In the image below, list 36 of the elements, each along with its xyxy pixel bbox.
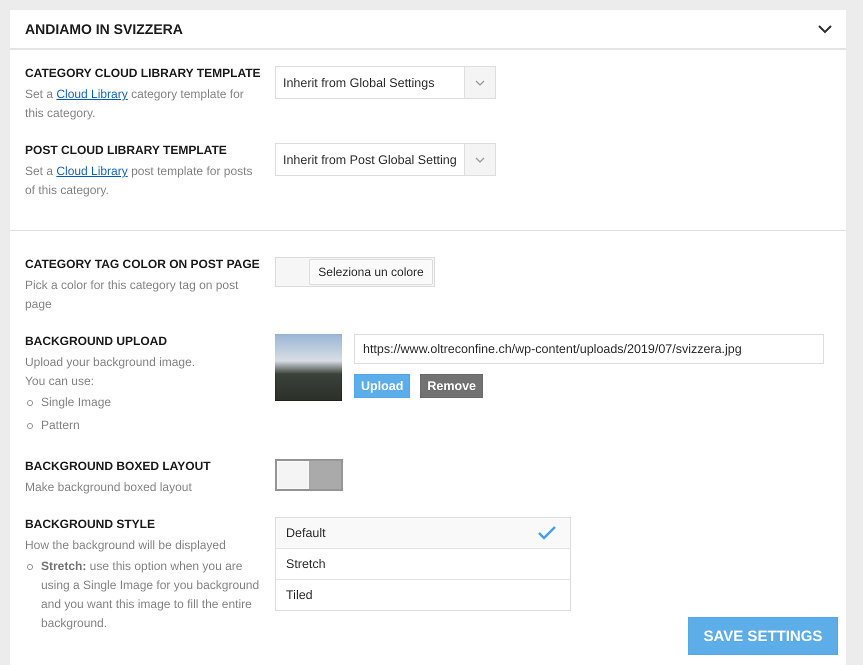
toggle-switch[interactable]	[275, 459, 343, 491]
setting-description: Set a Cloud Library post template for posts of this category.	[25, 163, 254, 199]
photo-placeholder	[275, 334, 342, 401]
cloud-library-link[interactable]: Cloud Library	[56, 164, 128, 178]
url-field[interactable]: https://www.oltreconfine.ch/wp-content/uploads/2019/07/svizzera.jpg	[354, 334, 824, 364]
bullet-icon	[27, 423, 33, 429]
color-picker[interactable]: Seleziona un colore	[275, 257, 435, 287]
style-option[interactable]: Stretch	[276, 549, 570, 580]
style-option[interactable]: Default	[276, 518, 570, 549]
remove-button[interactable]: Remove	[420, 374, 483, 398]
select-color-button[interactable]: Seleziona un colore	[309, 259, 433, 285]
setting-label: CATEGORY CLOUD LIBRARY TEMPLATE	[25, 66, 262, 80]
style-option[interactable]: Tiled	[276, 580, 570, 610]
setting-description: How the background will be displayed	[25, 537, 227, 554]
setting-description: Upload your background image. You can use:	[25, 354, 196, 390]
setting-label: BACKGROUND BOXED LAYOUT	[25, 459, 212, 473]
bullet-icon	[27, 400, 33, 406]
panel-title: ANDIAMO IN SVIZZERA	[25, 21, 183, 37]
setting-label: BACKGROUND STYLE	[25, 517, 156, 531]
setting-description: Make background boxed layout	[25, 479, 193, 496]
bullet-text: Stretch: use this option when you are using a Single Image for you background and you want this image to fill the entire background.	[41, 558, 260, 632]
setting-label: BACKGROUND UPLOAD	[25, 334, 168, 348]
checkmark-icon	[538, 526, 556, 540]
setting-label: CATEGORY TAG COLOR ON POST PAGE	[25, 257, 261, 271]
cloud-library-link[interactable]: Cloud Library	[56, 87, 128, 101]
bullet-text: Single Image	[41, 394, 112, 411]
bullet-icon	[27, 564, 33, 570]
template-select[interactable]: Inherit from Global Settings	[275, 66, 496, 99]
chevron-down-icon	[475, 156, 485, 162]
setting-description: Pick a color for this category tag on post page	[25, 277, 240, 313]
template-select[interactable]: Inherit from Post Global Setting	[275, 143, 496, 176]
bullet-text: Pattern	[41, 417, 81, 434]
setting-label: POST CLOUD LIBRARY TEMPLATE	[25, 143, 228, 157]
chevron-down-icon[interactable]	[818, 24, 832, 34]
setting-description: Set a Cloud Library category template for this category.	[25, 86, 245, 122]
chevron-down-icon	[475, 80, 485, 86]
